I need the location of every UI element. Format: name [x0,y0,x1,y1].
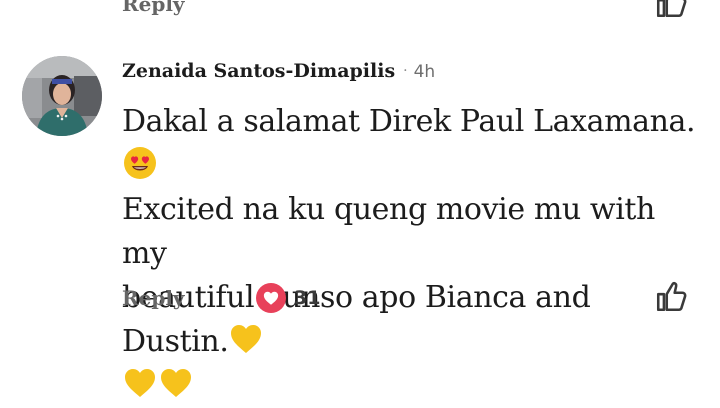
author-name[interactable]: Zenaida Santos-Dimapilis [122,60,395,82]
avatar[interactable] [22,56,102,136]
comment-header: Zenaida Santos-Dimapilis · 4h [122,60,435,82]
comment-line-1: Dakal a salamat Direk Paul Laxamana. [122,104,696,139]
reaction-count: 31 [294,287,321,309]
comment-timestamp[interactable]: 4h [414,62,436,82]
previous-comment-reply-button[interactable]: Reply [122,0,185,16]
comment-line-2: Excited na ku queng movie mu with my [122,192,655,271]
reaction-summary[interactable]: 31 [256,283,320,313]
love-reaction-icon [256,283,286,313]
yellow-heart-icon [228,321,264,357]
reply-button[interactable]: Reply [122,286,185,310]
comment-line-3: beautiful bunso apo Bianca and Dustin. [122,280,591,359]
yellow-heart-icon [122,365,158,401]
like-icon[interactable] [654,280,688,314]
yellow-heart-icon [158,365,194,401]
heart-eyes-emoji-icon [122,145,158,181]
separator-dot: · [403,63,408,79]
comment-text: Dakal a salamat Direk Paul Laxamana. Exc… [122,100,702,408]
previous-comment-like-icon[interactable] [654,0,688,20]
